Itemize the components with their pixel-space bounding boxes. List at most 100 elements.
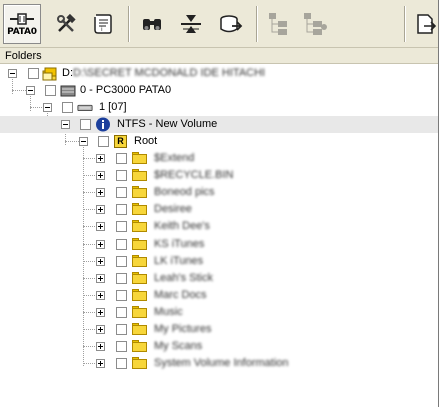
open-button[interactable] <box>412 4 439 44</box>
expand-toggle[interactable] <box>96 325 105 334</box>
folders-title: Folders <box>5 50 42 62</box>
folder-row[interactable]: Leah's Stick <box>0 270 439 287</box>
folder-label: Leah's Stick <box>154 272 213 284</box>
tree-view-alt-button[interactable] <box>298 4 332 44</box>
collapse-toggle[interactable] <box>43 103 52 112</box>
tree-connector <box>83 278 97 279</box>
tree-connector <box>83 261 97 262</box>
expand-toggle[interactable] <box>96 257 105 266</box>
toolbar-separator <box>128 6 130 42</box>
folder-row[interactable]: Keith Dee's <box>0 218 439 235</box>
expand-toggle[interactable] <box>96 291 105 300</box>
folder-row[interactable]: Music <box>0 304 439 321</box>
tree-connector <box>83 329 97 330</box>
node-checkbox[interactable] <box>116 256 127 267</box>
expand-toggle[interactable] <box>96 188 105 197</box>
expand-toggle[interactable] <box>96 240 105 249</box>
pata0-button[interactable]: PATA0 <box>3 4 41 44</box>
scroll-icon: i <box>94 14 112 34</box>
folder-icon <box>132 238 147 250</box>
folder-icon <box>132 323 147 335</box>
node-checkbox[interactable] <box>116 273 127 284</box>
drive-name: D:\SECRET MCDONALD IDE HITACHI <box>73 67 266 79</box>
folder-label: Desiree <box>154 203 192 215</box>
expand-toggle[interactable] <box>96 171 105 180</box>
expand-toggle[interactable] <box>96 205 105 214</box>
collapse-toggle[interactable] <box>61 120 70 129</box>
folder-row[interactable]: My Scans <box>0 338 439 355</box>
export-button[interactable] <box>214 4 248 44</box>
hard-drive-icon <box>60 85 76 97</box>
expand-toggle[interactable] <box>96 274 105 283</box>
tree-node-volume[interactable]: NTFS - New Volume <box>0 116 439 133</box>
tree-connector <box>83 192 97 193</box>
node-checkbox[interactable] <box>62 102 73 113</box>
node-checkbox[interactable] <box>116 204 127 215</box>
folder-tree[interactable]: D:D:\SECRET MCDONALD IDE HITACHI 0 - PC3… <box>0 65 439 407</box>
node-checkbox[interactable] <box>80 119 91 130</box>
tree-connector <box>83 244 97 245</box>
expand-toggle[interactable] <box>96 359 105 368</box>
tools-button[interactable] <box>50 4 82 44</box>
folder-icon <box>132 152 147 164</box>
folder-icon <box>132 306 147 318</box>
expand-toggle[interactable] <box>96 222 105 231</box>
tree-connector <box>83 363 97 364</box>
collapse-toggle[interactable] <box>8 69 17 78</box>
node-checkbox[interactable] <box>116 307 127 318</box>
node-checkbox[interactable] <box>116 187 127 198</box>
script-button[interactable]: i <box>86 4 120 44</box>
root-badge-icon: R <box>114 135 127 148</box>
merge-icon <box>181 15 201 33</box>
node-checkbox[interactable] <box>116 170 127 181</box>
folder-label: Keith Dee's <box>154 220 210 232</box>
tree-connector <box>83 175 97 176</box>
folder-row[interactable]: System Volume Information <box>0 355 439 372</box>
node-checkbox[interactable] <box>28 68 39 79</box>
tree-view-button[interactable] <box>263 4 293 44</box>
folder-icon <box>132 272 147 284</box>
node-checkbox[interactable] <box>116 324 127 335</box>
toolbar-separator <box>404 6 406 42</box>
collapse-toggle[interactable] <box>79 137 88 146</box>
partition-label: 1 [07] <box>99 101 127 113</box>
folder-row[interactable]: LK iTunes <box>0 253 439 270</box>
folder-icon <box>132 255 147 267</box>
binoculars-icon <box>143 19 161 30</box>
node-checkbox[interactable] <box>116 358 127 369</box>
tree-node-root[interactable]: R Root <box>0 133 439 150</box>
expand-toggle[interactable] <box>96 308 105 317</box>
node-checkbox[interactable] <box>116 239 127 250</box>
node-checkbox[interactable] <box>116 221 127 232</box>
folder-row[interactable]: $RECYCLE.BIN <box>0 167 439 184</box>
device-label: 0 - PC3000 PATA0 <box>80 84 172 96</box>
folder-row[interactable]: $Extend <box>0 150 439 167</box>
folder-row[interactable]: My Pictures <box>0 321 439 338</box>
folder-icon <box>132 220 147 232</box>
tree-node-drive[interactable]: D:D:\SECRET MCDONALD IDE HITACHI <box>0 65 439 82</box>
folder-row[interactable]: Desiree <box>0 201 439 218</box>
collapse-toggle[interactable] <box>26 86 35 95</box>
tree-connector <box>83 158 97 159</box>
folder-icon <box>132 186 147 198</box>
merge-button[interactable] <box>174 4 208 44</box>
node-checkbox[interactable] <box>45 85 56 96</box>
tree-node-partition[interactable]: 1 [07] <box>0 99 439 116</box>
folder-row[interactable]: KS iTunes <box>0 236 439 253</box>
folder-icon <box>132 169 147 181</box>
folder-stack-icon <box>42 67 57 81</box>
node-checkbox[interactable] <box>116 153 127 164</box>
folder-label: My Scans <box>154 340 203 352</box>
folder-row[interactable]: Marc Docs <box>0 287 439 304</box>
folder-icon <box>132 340 147 352</box>
tree-node-device[interactable]: 0 - PC3000 PATA0 <box>0 82 439 99</box>
node-checkbox[interactable] <box>98 136 109 147</box>
expand-toggle[interactable] <box>96 342 105 351</box>
search-button[interactable] <box>136 4 168 44</box>
tree-connector <box>83 209 97 210</box>
tree-structure-alt-icon <box>304 13 327 35</box>
expand-toggle[interactable] <box>96 154 105 163</box>
node-checkbox[interactable] <box>116 341 127 352</box>
folder-row[interactable]: Boneod pics <box>0 184 439 201</box>
node-checkbox[interactable] <box>116 290 127 301</box>
